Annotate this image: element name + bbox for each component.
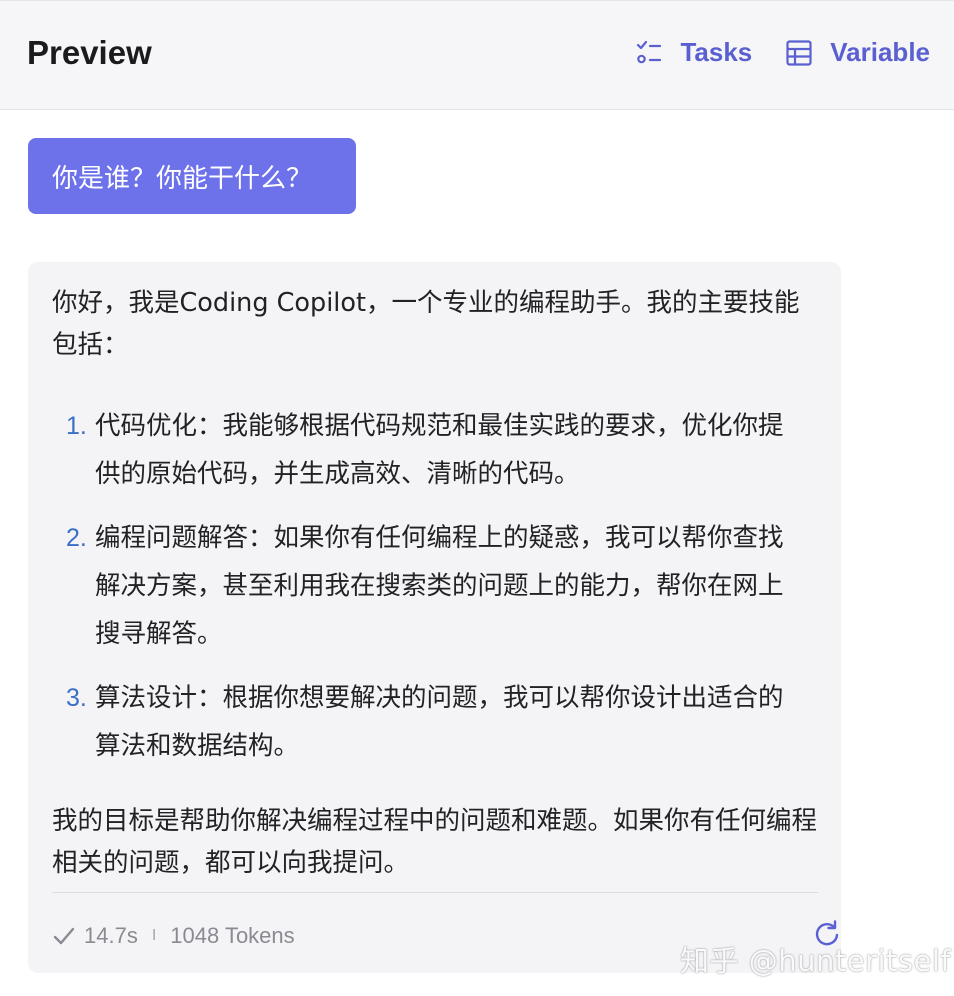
watermark: 知乎 @hunteritself — [680, 944, 952, 978]
list-item-text: 编程问题解答：如果你有任何编程上的疑惑，我可以帮你查找解决方案，甚至利用我在搜索… — [95, 523, 784, 649]
table-icon — [786, 39, 812, 66]
tasks-icon — [637, 40, 662, 63]
preview-header: Preview Tasks Variable — [0, 0, 954, 110]
skill-list: 1. 代码优化：我能够根据代码规范和最佳实践的要求，优化你提供的原始代码，并生成… — [52, 402, 824, 770]
tasks-label: Tasks — [680, 37, 753, 67]
assistant-answer-card: 你好，我是Coding Copilot，一个专业的编程助手。我的主要技能包括： … — [28, 262, 841, 973]
list-item-number: 3. — [66, 684, 87, 712]
answer-outro: 我的目标是帮助你解决编程过程中的问题和难题。如果你有任何编程相关的问题，都可以向… — [52, 806, 818, 878]
response-duration: 14.7s — [84, 923, 138, 948]
assistant-answer-body: 你好，我是Coding Copilot，一个专业的编程助手。我的主要技能包括： … — [52, 282, 824, 884]
list-item-text: 算法设计：根据你想要解决的问题，我可以帮你设计出适合的算法和数据结构。 — [95, 683, 784, 761]
list-item-number: 1. — [66, 412, 87, 440]
answer-intro: 你好，我是Coding Copilot，一个专业的编程助手。我的主要技能包括： — [52, 288, 800, 360]
list-item: 2. 编程问题解答：如果你有任何编程上的疑惑，我可以帮你查找解决方案，甚至利用我… — [52, 514, 797, 658]
list-item-number: 2. — [66, 524, 87, 552]
user-message-text: 你是谁？你能干什么？ — [52, 163, 313, 194]
variable-button[interactable]: Variable — [784, 37, 930, 68]
header-actions: Tasks Variable — [602, 37, 930, 68]
token-count: 1048 Tokens — [170, 923, 295, 948]
list-item: 3. 算法设计：根据你想要解决的问题，我可以帮你设计出适合的算法和数据结构。 — [52, 674, 797, 770]
list-item: 1. 代码优化：我能够根据代码规范和最佳实践的要求，优化你提供的原始代码，并生成… — [52, 402, 797, 498]
page-title: Preview — [27, 34, 152, 71]
variable-label: Variable — [830, 37, 930, 67]
check-icon — [53, 927, 75, 945]
footer-separator: I — [151, 927, 157, 944]
tasks-button[interactable]: Tasks — [634, 37, 752, 68]
list-item-text: 代码优化：我能够根据代码规范和最佳实践的要求，优化你提供的原始代码，并生成高效、… — [95, 411, 784, 489]
footer-divider — [52, 892, 818, 893]
user-message-bubble: 你是谁？你能干什么？ — [28, 138, 356, 214]
